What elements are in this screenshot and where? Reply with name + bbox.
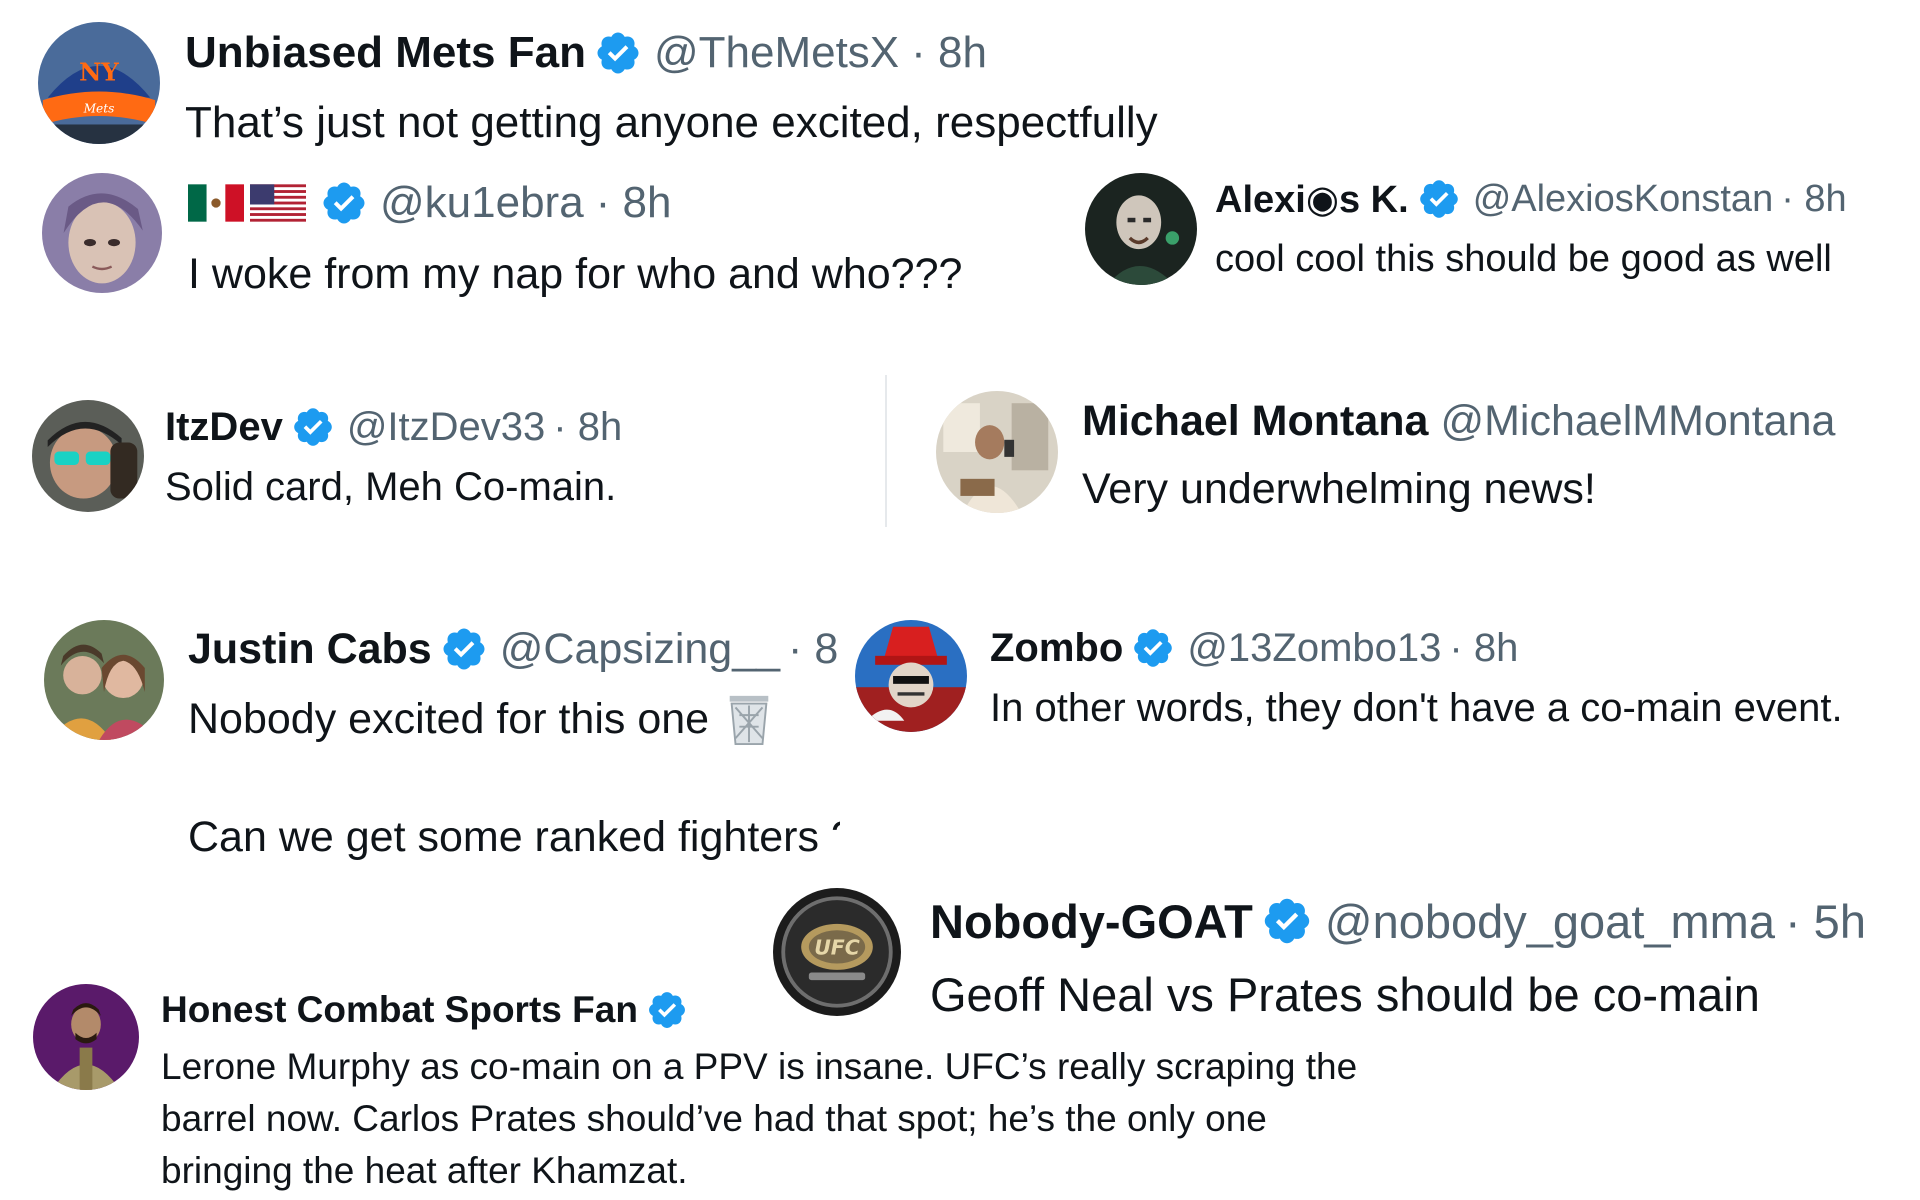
verified-badge-icon <box>320 179 368 227</box>
author-name[interactable]: ItzDev <box>165 405 283 450</box>
mexico-flag-icon <box>188 184 244 222</box>
reply-post[interactable]: Honest Combat Sports Fan Lerone Murphy a… <box>0 975 1500 1200</box>
reply-post[interactable]: Justin Cabs @Capsizing__ · 8 Nobody exci… <box>0 610 840 870</box>
post-text: cool cool this should be good as well <box>1215 237 1832 280</box>
reply-post[interactable]: Michael Montana @MichaelMMontana Very un… <box>900 385 1920 525</box>
person-avatar[interactable] <box>42 173 162 293</box>
author-name[interactable]: Honest Combat Sports Fan <box>161 989 638 1031</box>
author-handle[interactable]: @13Zombo13 <box>1187 626 1441 671</box>
ufc-logo: UFC <box>814 936 860 960</box>
group-avatar[interactable] <box>44 620 164 740</box>
post-text: Solid card, Meh Co-main. <box>165 464 617 509</box>
post-text-second-paragraph: Can we get some ranked fighters ? <box>188 812 840 861</box>
post-time[interactable]: · 8h <box>1781 178 1846 221</box>
author-name[interactable]: Alexi◉s K. <box>1215 177 1409 222</box>
svg-text:NY: NY <box>79 58 119 87</box>
verified-badge-icon <box>1417 177 1461 221</box>
post-text: In other words, they don't have a co-mai… <box>990 685 1843 730</box>
author-handle[interactable]: @MichaelMMontana <box>1440 397 1835 446</box>
sunglasses-avatar[interactable] <box>32 400 144 512</box>
fighter-avatar[interactable] <box>33 984 139 1090</box>
post-text: Very underwhelming news! <box>1082 464 1596 513</box>
reply-post[interactable]: Alexi◉s K. @AlexiosKonstan · 8h cool coo… <box>1070 165 1920 295</box>
author-name[interactable]: Unbiased Mets Fan <box>185 28 586 78</box>
post-text-line: bringing the heat after Khamzat. <box>161 1150 688 1191</box>
verified-badge-icon <box>1261 895 1313 947</box>
post-time[interactable]: · 8h <box>596 178 672 228</box>
post-text: That’s just not getting anyone excited, … <box>185 98 1158 147</box>
dark-character-avatar[interactable] <box>1085 173 1197 285</box>
post-time[interactable]: · 8h <box>911 28 987 78</box>
post-time[interactable]: · 8 <box>788 625 838 674</box>
red-hat-avatar[interactable] <box>855 620 967 732</box>
reply-post[interactable]: ItzDev @ItzDev33 · 8h Solid card, Meh Co… <box>0 395 880 525</box>
post-text: I woke from my nap for who and who??? <box>188 249 963 298</box>
verified-badge-icon <box>594 29 642 77</box>
author-name[interactable]: Justin Cabs <box>188 625 432 674</box>
author-handle[interactable]: @ku1ebra <box>380 178 584 228</box>
verified-badge-icon <box>1131 626 1175 670</box>
reply-post[interactable]: @ku1ebra · 8h I woke from my nap for who… <box>0 165 1060 310</box>
post-time[interactable]: · 8h <box>1449 626 1518 671</box>
post-text-line: Lerone Murphy as co-main on a PPV is ins… <box>161 1046 1358 1087</box>
verified-badge-icon <box>646 989 688 1031</box>
reply-post[interactable]: NY Mets Unbiased Mets Fan @TheMetsX · 8h… <box>0 0 1920 160</box>
author-name[interactable]: Michael Montana <box>1082 397 1428 446</box>
post-time[interactable]: · 5h <box>1785 894 1866 949</box>
author-name[interactable]: Zombo <box>990 626 1123 671</box>
verified-badge-icon <box>440 625 488 673</box>
author-handle[interactable]: @ItzDev33 <box>347 405 545 450</box>
selfie-avatar[interactable] <box>936 391 1058 513</box>
author-name[interactable]: Nobody-GOAT <box>930 894 1253 949</box>
reply-post[interactable]: Zombo @13Zombo13 · 8h In other words, th… <box>850 610 1920 740</box>
svg-text:Mets: Mets <box>83 101 115 115</box>
author-handle[interactable]: @Capsizing__ <box>500 625 780 674</box>
mets-cap-avatar[interactable]: NY Mets <box>38 22 160 144</box>
post-text: Nobody excited for this one <box>188 694 710 743</box>
column-divider <box>885 375 887 527</box>
verified-badge-icon <box>291 405 335 449</box>
author-handle[interactable]: @TheMetsX <box>654 28 899 78</box>
post-text-line: barrel now. Carlos Prates should’ve had … <box>161 1098 1267 1139</box>
author-handle[interactable]: @AlexiosKonstan <box>1473 178 1774 221</box>
post-time[interactable]: · 8h <box>553 405 622 450</box>
author-handle[interactable]: @nobody_goat_mma <box>1325 894 1775 949</box>
wastebasket-icon <box>725 692 773 746</box>
usa-flag-icon <box>250 184 306 222</box>
